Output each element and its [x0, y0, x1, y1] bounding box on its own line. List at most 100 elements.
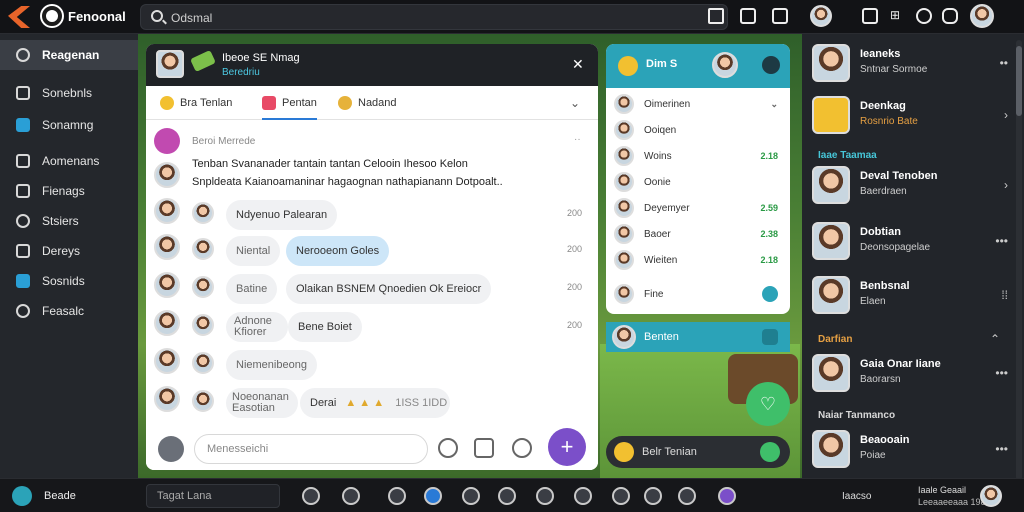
friend-item[interactable]: Dobtian Deonsopagelae •••	[812, 222, 1016, 262]
voice-bar[interactable]: Benten	[606, 322, 790, 352]
party-row[interactable]: Fine	[614, 282, 784, 308]
message-bubble: Niemenibeong	[226, 350, 317, 380]
message-row[interactable]: Adnone Kfiorer Bene Boiet 200	[154, 310, 590, 342]
heart-icon	[262, 96, 276, 110]
scroll-thumb[interactable]	[1016, 46, 1022, 116]
chat-icon[interactable]	[342, 487, 360, 505]
paw-icon[interactable]	[678, 487, 696, 505]
app-logo-icon[interactable]	[8, 6, 30, 28]
x-icon[interactable]	[718, 487, 736, 505]
sidebar-header[interactable]: Reagenan	[0, 40, 138, 70]
film-icon[interactable]	[644, 487, 662, 505]
sidebar-item[interactable]: Feasalc	[0, 296, 138, 326]
sidebar-item[interactable]: Sosnids	[0, 266, 138, 296]
gif-icon[interactable]	[512, 438, 532, 458]
chevron-down-icon[interactable]: ⌄	[770, 99, 778, 110]
friend-item[interactable]: Deval Tenoben Baerdraen ›	[812, 166, 1016, 206]
friend-item[interactable]: Beaooain Poiae •••	[812, 430, 1016, 470]
gamepad-icon[interactable]	[942, 8, 958, 24]
friend-item[interactable]: Benbsnal Elaen ⁞⁞	[812, 276, 1016, 316]
scrollbar[interactable]	[1016, 40, 1022, 480]
mic-icon[interactable]	[762, 329, 778, 345]
avatar[interactable]	[810, 5, 832, 27]
puzzle-icon[interactable]	[388, 487, 406, 505]
avatar	[192, 390, 214, 412]
bookmark-icon[interactable]	[772, 8, 788, 24]
attachment-icon[interactable]	[474, 438, 494, 458]
search-bar[interactable]: Odsmal	[140, 4, 728, 30]
party-row[interactable]: Baoer 2.38	[614, 222, 784, 248]
user-status-icon[interactable]	[12, 486, 32, 506]
message-row[interactable]: Batine Olaikan BSNEM Qnoedien Ok Ereiocr…	[154, 272, 590, 304]
sidebar-item[interactable]: Sonamng	[0, 110, 138, 140]
call-icon[interactable]	[760, 442, 780, 462]
trophy-icon[interactable]	[498, 487, 516, 505]
star-icon[interactable]	[574, 487, 592, 505]
avatar	[812, 430, 850, 468]
collapse-icon[interactable]: ⌃	[990, 332, 1000, 346]
party-row[interactable]: Wieiten 2.18	[614, 248, 784, 274]
more-icon[interactable]: •••	[995, 234, 1008, 248]
home-icon[interactable]	[708, 8, 724, 24]
tab-3[interactable]: Nadand	[338, 96, 397, 110]
more-icon[interactable]: ··	[574, 134, 581, 145]
party-row[interactable]: Oimerinen ⌄	[614, 92, 784, 118]
sidebar-item[interactable]: Sonebnls	[0, 78, 138, 108]
chat-window: Ibeoe SE Nmag Beredriu ✕ Bra Tenlan Pent…	[146, 44, 598, 470]
invite-icon[interactable]	[762, 286, 778, 302]
search-input[interactable]: Odsmal	[171, 11, 212, 25]
sidebar-item[interactable]: Dereys	[0, 236, 138, 266]
avatar	[154, 198, 180, 224]
message-row[interactable]: Noeonanan Easotian Derai ▲ ▲ ▲ 1ISS 1IDD	[154, 386, 590, 418]
search-icon[interactable]	[916, 8, 932, 24]
inbox-icon[interactable]	[612, 487, 630, 505]
party-row[interactable]: Woins 2.18	[614, 144, 784, 170]
message-row[interactable]: Ndyenuo Palearan 200	[154, 198, 590, 230]
gift-icon[interactable]	[536, 487, 554, 505]
user-name: Beade	[44, 490, 76, 502]
more-icon[interactable]: ••	[1000, 56, 1008, 70]
game-icon[interactable]	[302, 487, 320, 505]
avatar	[614, 120, 634, 140]
chevron-icon[interactable]: ›	[1004, 108, 1008, 122]
rocket-icon[interactable]	[424, 487, 442, 505]
message-row[interactable]: Niemenibeong	[154, 348, 590, 380]
message-row[interactable]: Niental Nerooeom Goles 200	[154, 234, 590, 266]
settings-icon[interactable]	[862, 8, 878, 24]
back-icon[interactable]	[158, 436, 184, 462]
avatar	[154, 348, 180, 374]
sidebar-item[interactable]: Aomenans	[0, 146, 138, 176]
more-icon[interactable]: •••	[995, 442, 1008, 456]
grid-icon[interactable]: ⊞	[890, 8, 906, 24]
emoji-icon	[160, 96, 174, 110]
document-icon	[16, 244, 30, 258]
send-button[interactable]: +	[548, 428, 586, 466]
message-input[interactable]: Menesseichi	[194, 434, 428, 464]
avatar[interactable]	[980, 485, 1002, 507]
chat-icon[interactable]	[740, 8, 756, 24]
friend-item[interactable]: Ieaneks Sntnar Sormoe ••	[812, 44, 1016, 84]
activity-bar[interactable]: Belr Tenian	[606, 436, 790, 468]
chevron-icon[interactable]: ›	[1004, 178, 1008, 192]
user-icon[interactable]	[762, 56, 780, 74]
close-icon[interactable]: ✕	[572, 56, 584, 73]
party-row[interactable]: Deyemyer 2.59	[614, 196, 784, 222]
party-row[interactable]: Oonie	[614, 170, 784, 196]
tab-2[interactable]: Pentan	[262, 96, 317, 120]
chevron-down-icon[interactable]: ⌄	[570, 96, 580, 110]
bottom-search-input[interactable]: Tagat Lana	[146, 484, 280, 508]
globe-icon[interactable]	[462, 487, 480, 505]
section-label: Darfian	[818, 334, 853, 345]
party-row[interactable]: Ooiqen	[614, 118, 784, 144]
sidebar-item[interactable]: Stsiers	[0, 206, 138, 236]
emoji-icon[interactable]	[438, 438, 458, 458]
heart-button[interactable]: ♡	[746, 382, 790, 426]
more-icon[interactable]: •••	[995, 366, 1008, 380]
sidebar-item[interactable]: Fienags	[0, 176, 138, 206]
tab-1[interactable]: Bra Tenlan	[160, 96, 232, 110]
friend-item[interactable]: Deenkag Rosnrio Bate ›	[812, 96, 1016, 136]
more-icon[interactable]: ⁞⁞	[1001, 288, 1008, 302]
user-avatar[interactable]	[970, 4, 994, 28]
friend-item[interactable]: Gaia Onar Iiane Baorarsn •••	[812, 354, 1016, 394]
banner-line-2: Snpldeata Kaianoamaninar hagaognan natha…	[192, 176, 503, 188]
